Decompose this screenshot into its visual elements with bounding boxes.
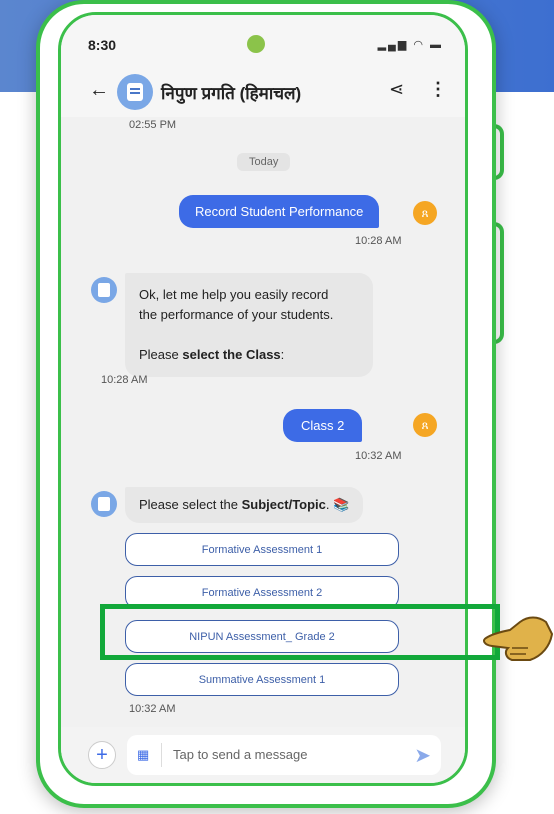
user-avatar-icon: ጸ xyxy=(413,413,437,437)
menu-grid-icon[interactable]: ▦ xyxy=(137,747,149,763)
day-separator: Today xyxy=(237,153,291,171)
user-avatar-icon: ጸ xyxy=(413,201,437,225)
option-button[interactable]: Formative Assessment 1 xyxy=(125,533,399,566)
back-arrow-icon[interactable]: ← xyxy=(89,79,109,102)
chat-title: निपुण प्रगति (हिमाचल) xyxy=(161,84,302,103)
bot-message: Please select the Subject/Topic. 📚 xyxy=(125,487,364,523)
user-message: Class 2 xyxy=(283,409,363,442)
message-timestamp: 10:28 AM xyxy=(355,235,402,247)
bot-avatar-icon xyxy=(91,277,117,303)
share-icon[interactable]: ⋖ xyxy=(389,79,404,100)
camera-dot xyxy=(247,35,265,53)
bot-avatar-icon xyxy=(91,491,117,517)
bot-message: Ok, let me help you easily record the pe… xyxy=(125,273,373,377)
add-icon[interactable]: + xyxy=(88,741,116,769)
bot-message-line: Please select the Class: xyxy=(139,347,285,362)
status-bar: 8:30 ▂▄▆ ◠ ▬ xyxy=(61,15,465,67)
status-time: 8:30 xyxy=(88,37,117,53)
user-message: Record Student Performance xyxy=(179,195,380,228)
message-timestamp: 10:32 AM xyxy=(129,703,176,715)
bot-avatar-icon xyxy=(117,74,153,110)
message-timestamp: 02:55 PM xyxy=(129,119,177,131)
signal-wifi-battery-icon: ▂▄▆ ◠ ▬ xyxy=(377,39,443,51)
message-composer: + ▦ Tap to send a message ➤ xyxy=(61,727,465,783)
send-icon[interactable]: ➤ xyxy=(414,743,431,768)
phone-screen: 8:30 ▂▄▆ ◠ ▬ ← निपुण प्रगति (हिमाचल) ⋖ ⋮… xyxy=(58,12,468,786)
message-input[interactable]: ▦ Tap to send a message ➤ xyxy=(127,735,441,775)
highlight-box xyxy=(100,604,500,660)
bot-message-line: Ok, let me help you easily record xyxy=(139,287,329,302)
message-timestamp: 10:32 AM xyxy=(355,450,402,462)
bot-message-line: the performance of your students. xyxy=(139,307,334,322)
message-timestamp: 10:28 AM xyxy=(101,374,148,386)
more-options-icon[interactable]: ⋮ xyxy=(429,79,447,100)
pointing-hand-icon xyxy=(483,616,554,661)
message-placeholder: Tap to send a message xyxy=(173,747,308,762)
divider xyxy=(161,743,162,767)
option-button[interactable]: Summative Assessment 1 xyxy=(125,663,399,696)
chat-header: ← निपुण प्रगति (हिमाचल) ⋖ ⋮ xyxy=(61,67,465,117)
